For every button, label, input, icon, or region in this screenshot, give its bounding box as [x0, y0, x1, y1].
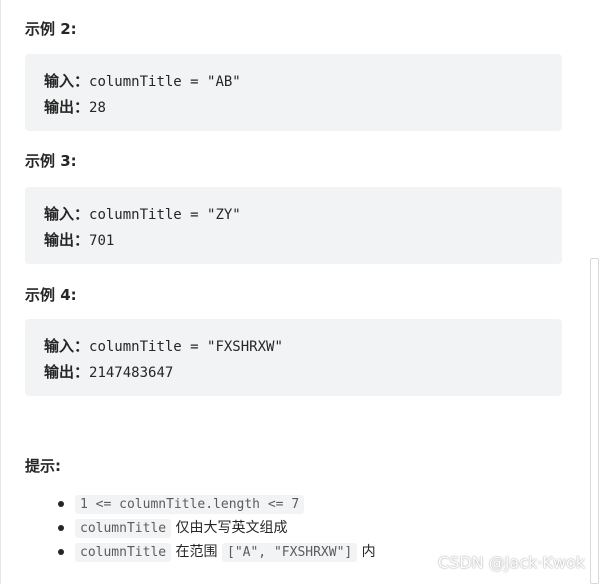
- hint-text: 内: [357, 544, 376, 560]
- input-value: columnTitle = "FXSHRXW": [89, 339, 283, 355]
- inline-code: ["A", "FXSHRXW"]: [222, 543, 358, 562]
- example-heading: 示例 3:: [25, 152, 77, 170]
- hint-text: 在范围: [171, 544, 222, 560]
- hint-text: 仅由大写英文组成: [171, 520, 288, 536]
- example-code-block: 输入：columnTitle = "AB" 输出：28: [25, 54, 562, 131]
- example-code-block: 输入：columnTitle = "FXSHRXW" 输出：2147483647: [25, 319, 562, 396]
- inline-code: columnTitle: [75, 519, 172, 538]
- example-heading: 示例 4:: [25, 286, 77, 304]
- input-value: columnTitle = "ZY": [89, 207, 241, 223]
- output-value: 28: [89, 100, 106, 116]
- example-heading: 示例 2:: [25, 20, 77, 38]
- output-label: 输出：: [44, 98, 90, 116]
- list-item: 1 <= columnTitle.length <= 7: [25, 492, 376, 516]
- example-input-line: 输入：columnTitle = "AB": [44, 68, 543, 94]
- example-output-line: 输出：701: [44, 227, 543, 253]
- list-item: columnTitle 仅由大写英文组成: [25, 516, 376, 540]
- inline-code: columnTitle: [75, 543, 172, 562]
- input-label: 输入：: [44, 337, 90, 355]
- page-left-border: [0, 0, 1, 584]
- hints-title: 提示:: [25, 457, 61, 475]
- inline-code: 1 <= columnTitle.length <= 7: [75, 495, 305, 514]
- output-value: 2147483647: [89, 365, 174, 381]
- output-value: 701: [89, 233, 115, 249]
- list-item: columnTitle 在范围 ["A", "FXSHRXW"] 内: [25, 540, 376, 564]
- example-code-block: 输入：columnTitle = "ZY" 输出：701: [25, 187, 562, 264]
- example-output-line: 输出：28: [44, 94, 543, 120]
- bullet-icon: [58, 549, 64, 555]
- example-output-line: 输出：2147483647: [44, 359, 543, 385]
- example-input-line: 输入：columnTitle = "ZY": [44, 201, 543, 227]
- bullet-icon: [58, 525, 64, 531]
- bullet-icon: [58, 501, 64, 507]
- scrollbar-thumb[interactable]: [590, 258, 599, 584]
- example-input-line: 输入：columnTitle = "FXSHRXW": [44, 333, 543, 359]
- input-label: 输入：: [44, 72, 90, 90]
- input-value: columnTitle = "AB": [89, 74, 241, 90]
- csdn-watermark: CSDN @Jack·Kwok: [437, 553, 585, 572]
- output-label: 输出：: [44, 231, 90, 249]
- hints-list: 1 <= columnTitle.length <= 7 columnTitle…: [25, 492, 376, 564]
- input-label: 输入：: [44, 205, 90, 223]
- output-label: 输出：: [44, 363, 90, 381]
